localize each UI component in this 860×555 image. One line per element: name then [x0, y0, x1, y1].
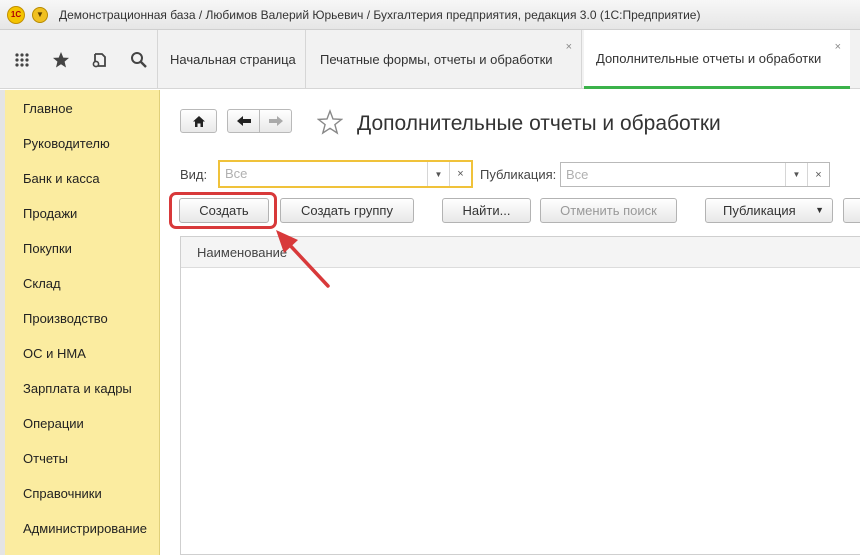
publication-label: Публикация:	[480, 167, 557, 182]
history-icon[interactable]	[83, 42, 118, 78]
sidebar-item-warehouse[interactable]: Склад	[5, 266, 159, 301]
tab-label: Начальная страница	[170, 52, 296, 67]
sidebar-item-administration[interactable]: Администрирование	[5, 511, 159, 546]
page-title: Дополнительные отчеты и обработки	[357, 112, 721, 135]
window-title: Демонстрационная база / Любимов Валерий …	[59, 7, 701, 22]
sidebar-item-sales[interactable]: Продажи	[5, 196, 159, 231]
vid-clear-icon[interactable]: ×	[449, 162, 471, 186]
app-logo-icon: 1С	[7, 5, 25, 24]
more-button[interactable]	[843, 198, 860, 223]
tab-label: Дополнительные отчеты и обработки	[596, 50, 822, 66]
publication-button-label: Публикация	[723, 203, 796, 218]
tab-additional-reports[interactable]: Дополнительные отчеты и обработки ×	[584, 30, 850, 89]
search-icon[interactable]	[122, 42, 157, 78]
create-button[interactable]: Создать	[179, 198, 269, 223]
main-content: Дополнительные отчеты и обработки Вид: В…	[160, 90, 860, 555]
vid-field[interactable]: Все ▼ ×	[218, 160, 473, 188]
column-name-label: Наименование	[197, 244, 288, 260]
favorites-star-icon[interactable]	[43, 42, 78, 78]
tab-label: Печатные формы, отчеты и обработки	[320, 52, 553, 67]
sidebar-item-main[interactable]: Главное	[5, 91, 159, 126]
apps-grid-icon[interactable]	[4, 42, 39, 78]
sidebar-item-directories[interactable]: Справочники	[5, 476, 159, 511]
publication-value: Все	[566, 167, 589, 182]
create-group-button[interactable]: Создать группу	[280, 198, 414, 223]
sidebar-item-bank[interactable]: Банк и касса	[5, 161, 159, 196]
table-header-name[interactable]: Наименование	[181, 237, 860, 268]
arrow-right-icon	[268, 116, 283, 126]
sidebar-item-fixed-assets[interactable]: ОС и НМА	[5, 336, 159, 371]
home-icon	[192, 115, 205, 127]
vid-dropdown-icon[interactable]: ▼	[427, 162, 449, 186]
add-to-favorites-star-icon[interactable]	[316, 109, 344, 138]
tab-print-forms[interactable]: Печатные формы, отчеты и обработки ×	[306, 30, 582, 89]
cancel-search-button[interactable]: Отменить поиск	[540, 198, 677, 223]
publication-button[interactable]: Публикация ▼	[705, 198, 833, 223]
reports-table: Наименование	[180, 236, 860, 555]
vid-label: Вид:	[180, 167, 208, 182]
close-tab-icon[interactable]: ×	[566, 41, 572, 53]
sections-sidebar: Главное Руководителю Банк и касса Продаж…	[5, 90, 160, 555]
sidebar-item-reports[interactable]: Отчеты	[5, 441, 159, 476]
close-tab-icon[interactable]: ×	[835, 41, 841, 53]
main-menu-button[interactable]: ▼	[32, 6, 48, 23]
forward-button[interactable]	[259, 109, 292, 133]
back-button[interactable]	[227, 109, 260, 133]
publication-dropdown-icon[interactable]: ▼	[785, 163, 807, 186]
sidebar-item-manager[interactable]: Руководителю	[5, 126, 159, 161]
sidebar-item-salary[interactable]: Зарплата и кадры	[5, 371, 159, 406]
sidebar-item-production[interactable]: Производство	[5, 301, 159, 336]
tab-home-page[interactable]: Начальная страница	[158, 30, 306, 89]
publication-clear-icon[interactable]: ×	[807, 163, 829, 186]
chevron-down-icon: ▼	[815, 205, 824, 215]
vid-value: Все	[225, 166, 248, 181]
sidebar-item-operations[interactable]: Операции	[5, 406, 159, 441]
arrow-left-icon	[236, 116, 251, 126]
toolbar-icons	[0, 30, 158, 89]
find-button[interactable]: Найти...	[442, 198, 531, 223]
window-title-bar: 1С ▼ Демонстрационная база / Любимов Вал…	[0, 0, 860, 30]
tab-bar: Начальная страница Печатные формы, отчет…	[0, 30, 860, 89]
home-button[interactable]	[180, 109, 217, 133]
publication-field[interactable]: Все ▼ ×	[560, 162, 830, 187]
sidebar-item-purchases[interactable]: Покупки	[5, 231, 159, 266]
